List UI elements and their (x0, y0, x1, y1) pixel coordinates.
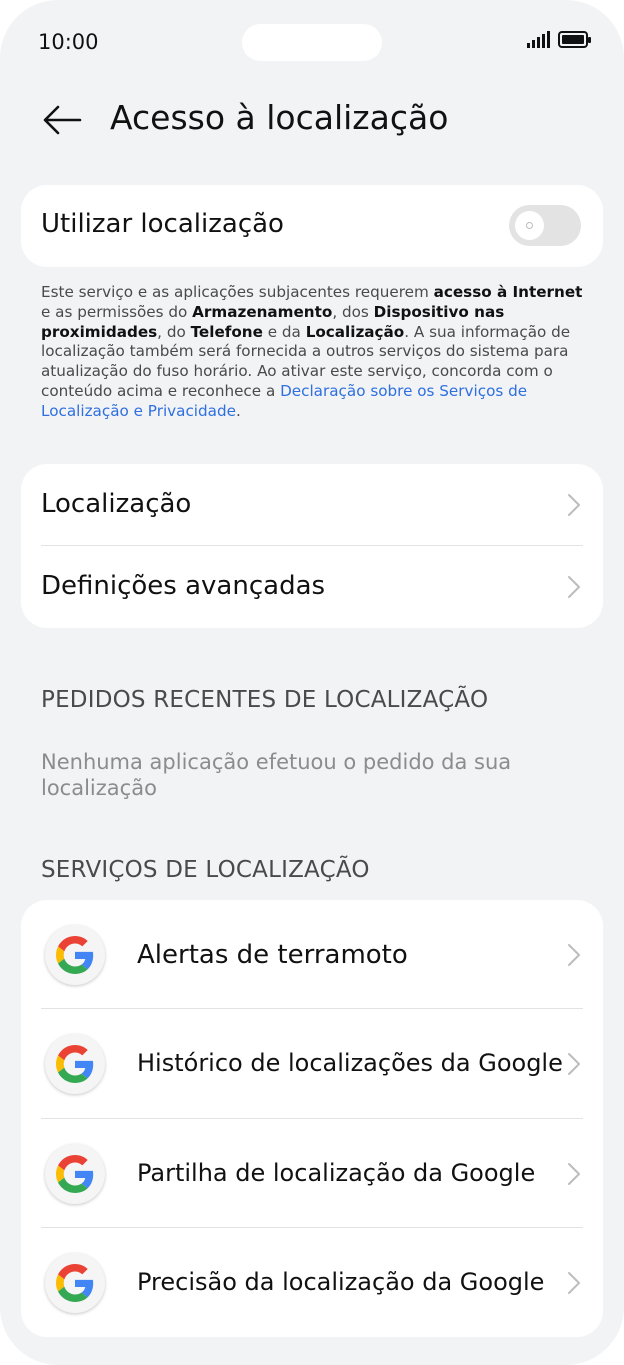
settings-card: Localização Definições avançadas (21, 464, 603, 628)
location-disclaimer: Este serviço e as aplicações subjacentes… (41, 283, 583, 420)
service-row-location-accuracy[interactable]: Precisão da localização da Google (21, 1228, 603, 1337)
signal-icon (527, 30, 550, 48)
recent-requests-empty-text: Nenhuma aplicação efetuou o pedido da su… (41, 750, 512, 800)
header: Acesso à localização (0, 90, 624, 150)
location-row[interactable]: Localização (21, 464, 603, 545)
back-button[interactable] (38, 96, 86, 144)
google-icon (45, 1253, 105, 1313)
service-row-earthquake-alerts[interactable]: Alertas de terramoto (21, 900, 603, 1008)
back-arrow-icon (43, 105, 82, 135)
use-location-label: Utilizar localização (41, 209, 284, 239)
location-row-label: Localização (41, 489, 192, 519)
camera-notch (242, 24, 382, 61)
battery-icon (558, 30, 591, 48)
location-services-card: Alertas de terramoto Histórico de locali… (21, 900, 603, 1337)
status-time: 10:00 (38, 30, 99, 54)
chevron-right-icon (567, 1162, 581, 1186)
service-label: Alertas de terramoto (137, 940, 408, 970)
chevron-right-icon (567, 943, 581, 967)
system-icons (527, 30, 591, 48)
use-location-toggle[interactable] (509, 205, 581, 246)
service-row-location-sharing[interactable]: Partilha de localização da Google (21, 1119, 603, 1227)
google-icon (45, 925, 105, 985)
toggle-knob (515, 211, 544, 240)
page-title: Acesso à localização (110, 98, 449, 137)
advanced-settings-label: Definições avançadas (41, 571, 326, 601)
service-label: Precisão da localização da Google (137, 1268, 545, 1296)
chevron-right-icon (567, 493, 581, 517)
chevron-right-icon (567, 575, 581, 599)
use-location-card[interactable]: Utilizar localização (21, 185, 603, 267)
phone-screen: 10:00 Acesso à localização Utilizar loca… (0, 0, 624, 1365)
location-services-title: SERVIÇOS DE LOCALIZAÇÃO (41, 857, 370, 883)
google-icon (45, 1144, 105, 1204)
status-bar: 10:00 (0, 0, 624, 86)
service-label: Histórico de localizações da Google (137, 1049, 563, 1077)
chevron-right-icon (567, 1271, 581, 1295)
service-label: Partilha de localização da Google (137, 1159, 536, 1187)
recent-requests-title: PEDIDOS RECENTES DE LOCALIZAÇÃO (41, 687, 489, 713)
advanced-settings-row[interactable]: Definições avançadas (21, 546, 603, 628)
service-row-location-history[interactable]: Histórico de localizações da Google (21, 1009, 603, 1118)
chevron-right-icon (567, 1052, 581, 1076)
google-icon (45, 1034, 105, 1094)
